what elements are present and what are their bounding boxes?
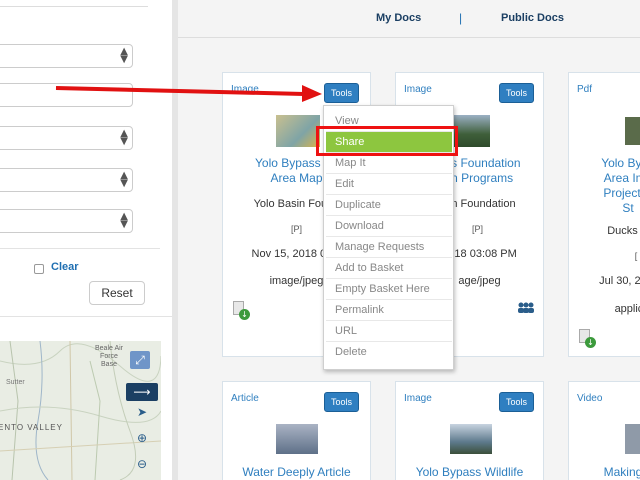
- doc-mime: applica: [614, 303, 640, 315]
- doc-card[interactable]: Image Tools Yolo Bypass Wildlife: [395, 381, 544, 480]
- doc-title-line4[interactable]: St: [589, 201, 640, 216]
- menu-item-url[interactable]: URL: [326, 321, 452, 342]
- menu-item-empty-basket[interactable]: Empty Basket Here: [326, 279, 452, 300]
- doc-type: Pdf: [577, 84, 593, 95]
- menu-item-edit[interactable]: Edit: [326, 174, 452, 195]
- map-label-sutter: Sutter: [6, 379, 25, 386]
- fullscreen-icon[interactable]: ⤢: [130, 351, 150, 369]
- reset-button[interactable]: Reset: [89, 281, 145, 305]
- doc-thumbnail[interactable]: [454, 115, 490, 147]
- tools-button[interactable]: Tools: [499, 392, 534, 412]
- doc-type: Article: [231, 393, 259, 404]
- map-view[interactable]: Beale Air Force Base Sutter ENTO VALLEY …: [0, 341, 161, 480]
- download-icon[interactable]: ↓: [233, 301, 250, 320]
- group-icon: [518, 302, 534, 313]
- tools-button[interactable]: Tools: [324, 392, 359, 412]
- doc-type: Video: [577, 393, 603, 404]
- clear-link[interactable]: Clear: [51, 261, 79, 273]
- menu-item-permalink[interactable]: Permalink: [326, 300, 452, 321]
- app-root: ▲ ▼ ▲ ▼ ▲ ▼ ▲ ▼ Clear Reset Beale Air Force …: [0, 0, 640, 480]
- doc-tag: [: [634, 251, 638, 261]
- menu-item-add-to-basket[interactable]: Add to Basket: [326, 258, 452, 279]
- menu-item-manage-requests[interactable]: Manage Requests: [326, 237, 452, 258]
- doc-thumbnail[interactable]: [276, 115, 320, 147]
- download-icon[interactable]: ↓: [579, 329, 596, 348]
- divider: [0, 6, 148, 7]
- filter-select-3[interactable]: ▲ ▼: [0, 168, 133, 192]
- doc-type: Image: [404, 393, 432, 404]
- tab-separator: |: [459, 11, 463, 25]
- pan-arrow-icon[interactable]: ⟶: [126, 383, 158, 401]
- share-highlight-box: [316, 126, 458, 156]
- menu-item-map-it[interactable]: Map It: [326, 153, 452, 174]
- chevron-updown-icon: ▲ ▼: [120, 211, 128, 230]
- chevron-updown-icon: ▲ ▼: [120, 128, 128, 147]
- zoom-out-icon[interactable]: ⊖: [132, 455, 152, 473]
- menu-item-duplicate[interactable]: Duplicate: [326, 195, 452, 216]
- doc-card[interactable]: Video Making a: [568, 381, 640, 480]
- doc-date: Jul 30, 201: [599, 275, 640, 287]
- doc-title[interactable]: Yolo Bypass Wildlife: [396, 465, 543, 480]
- tools-button[interactable]: Tools: [324, 83, 359, 103]
- doc-card[interactable]: Article Tools Water Deeply Article: [222, 381, 371, 480]
- pointer-icon[interactable]: ➤: [132, 403, 152, 421]
- divider: [0, 316, 172, 317]
- doc-thumbnail[interactable]: [625, 424, 640, 454]
- doc-thumbnail[interactable]: [450, 424, 492, 454]
- filter-select-4[interactable]: ▲ ▼: [0, 209, 133, 233]
- doc-tabs: My Docs | Public Docs: [178, 0, 640, 38]
- doc-card[interactable]: Pdf Yolo Bypa Area Imp Project D St Duck…: [568, 72, 640, 357]
- doc-title-line3[interactable]: Project D: [589, 186, 640, 201]
- chevron-updown-icon: ▲ ▼: [120, 170, 128, 189]
- clear-checkbox[interactable]: [34, 264, 44, 274]
- menu-item-delete[interactable]: Delete: [326, 342, 452, 363]
- doc-org: Ducks U: [607, 225, 640, 237]
- menu-item-download[interactable]: Download: [326, 216, 452, 237]
- zoom-in-icon[interactable]: ⊕: [132, 429, 152, 447]
- doc-type: Image: [404, 84, 432, 95]
- tab-public-docs[interactable]: Public Docs: [501, 12, 564, 24]
- doc-thumbnail[interactable]: [276, 424, 318, 454]
- doc-title-line2[interactable]: Area Imp: [589, 171, 640, 186]
- map-label-airbase: Beale Air Force Base: [94, 345, 124, 368]
- doc-title[interactable]: Yolo Bypa: [589, 156, 640, 171]
- tab-my-docs[interactable]: My Docs: [376, 12, 421, 24]
- annotation-arrow-icon: [55, 85, 322, 102]
- chevron-updown-icon: ▲ ▼: [120, 46, 128, 65]
- doc-title[interactable]: Water Deeply Article: [223, 465, 370, 480]
- map-label-valley: ENTO VALLEY: [0, 423, 63, 432]
- filter-select-2[interactable]: ▲ ▼: [0, 126, 133, 150]
- filter-select-1[interactable]: ▲ ▼: [0, 44, 133, 68]
- doc-thumbnail[interactable]: [625, 117, 640, 145]
- tools-button[interactable]: Tools: [499, 83, 534, 103]
- divider: [0, 248, 160, 249]
- doc-title[interactable]: Making a: [589, 465, 640, 480]
